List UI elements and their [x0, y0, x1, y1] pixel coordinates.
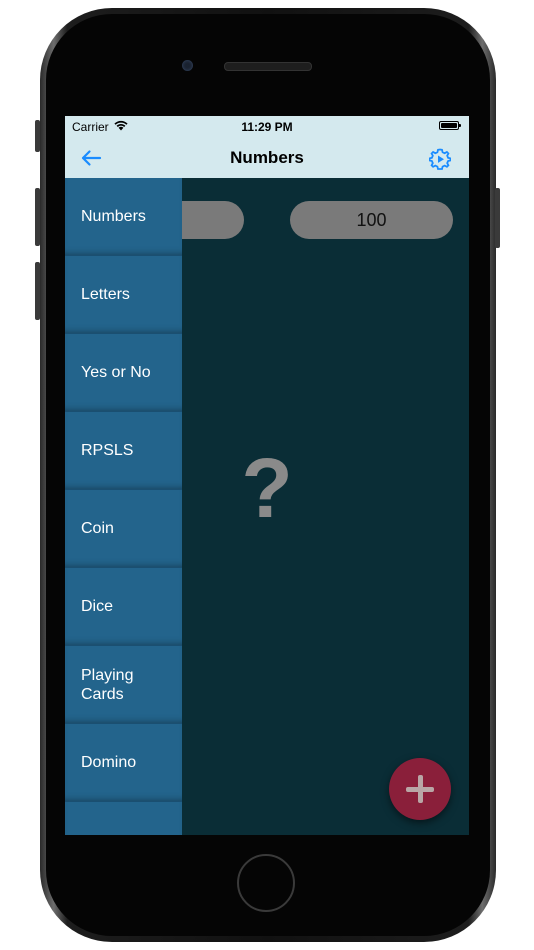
- navigation-bar: Numbers: [65, 136, 469, 178]
- side-menu-item-rpsls[interactable]: RPSLS: [65, 412, 182, 490]
- app-screen: Carrier 11:29 PM Numbers 100 ? Numbers L…: [65, 116, 469, 835]
- side-menu-item-dice[interactable]: Dice: [65, 568, 182, 646]
- status-bar: Carrier 11:29 PM: [65, 116, 469, 136]
- side-menu-label: Domino: [81, 754, 137, 771]
- side-menu-label: Numbers: [81, 208, 146, 225]
- max-value-field[interactable]: 100: [290, 201, 453, 239]
- settings-gear-icon[interactable]: [428, 148, 452, 170]
- side-menu: Numbers Letters Yes or No RPSLS Coin Dic…: [65, 178, 182, 835]
- side-menu-label: Yes or No: [81, 364, 151, 381]
- side-menu-label: RPSLS: [81, 442, 134, 459]
- mute-switch: [35, 120, 40, 152]
- side-menu-item-more[interactable]: [65, 802, 182, 835]
- side-menu-item-domino[interactable]: Domino: [65, 724, 182, 802]
- side-menu-item-letters[interactable]: Letters: [65, 256, 182, 334]
- clock: 11:29 PM: [241, 120, 293, 134]
- side-menu-item-playing-cards[interactable]: Playing Cards: [65, 646, 182, 724]
- side-menu-item-yes-or-no[interactable]: Yes or No: [65, 334, 182, 412]
- side-menu-label: Letters: [81, 286, 130, 303]
- side-menu-item-coin[interactable]: Coin: [65, 490, 182, 568]
- side-menu-label: Playing Cards: [81, 666, 134, 703]
- earpiece-speaker: [224, 62, 312, 71]
- volume-up-button: [35, 188, 40, 246]
- volume-down-button: [35, 262, 40, 320]
- battery-icon: [439, 121, 461, 130]
- power-button: [495, 188, 500, 248]
- front-camera: [182, 60, 193, 71]
- add-fab-button[interactable]: [389, 758, 451, 820]
- home-button[interactable]: [237, 854, 295, 912]
- side-menu-item-numbers[interactable]: Numbers: [65, 178, 182, 256]
- result-display: ?: [241, 441, 293, 535]
- page-title: Numbers: [230, 148, 304, 167]
- side-menu-label: Dice: [81, 598, 114, 615]
- side-menu-label: Coin: [81, 520, 114, 537]
